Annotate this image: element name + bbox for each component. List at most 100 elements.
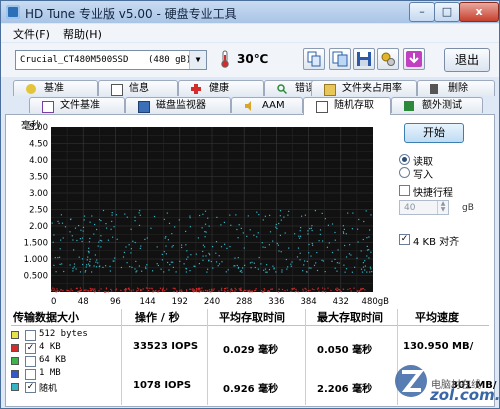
data-point (239, 288, 241, 290)
header-avg-access: 平均存取时间 (219, 311, 285, 324)
exit-button[interactable]: 退出 (444, 48, 490, 72)
data-point (307, 230, 309, 232)
tab-label: 删除 (448, 83, 468, 94)
tab-info[interactable]: 信息 (98, 80, 178, 96)
data-point (343, 228, 345, 230)
chevron-down-icon[interactable]: ▼ (189, 51, 206, 69)
write-radio[interactable] (399, 167, 410, 178)
maximize-button[interactable]: □ (434, 2, 460, 22)
start-button[interactable]: 开始 (404, 123, 464, 143)
data-point (79, 271, 82, 273)
data-point (337, 290, 339, 292)
copy-text-icon (307, 51, 321, 67)
data-point (147, 287, 149, 289)
tab-aam[interactable]: AAM (231, 97, 303, 113)
data-point (158, 290, 160, 292)
spinner-arrows-icon[interactable]: ▲ ▼ (437, 201, 448, 214)
tab-random-access[interactable]: 随机存取 (303, 97, 391, 115)
data-point (161, 259, 163, 261)
data-point (100, 220, 102, 222)
data-point (139, 247, 141, 249)
data-point (304, 260, 306, 262)
download-icon (406, 51, 422, 67)
data-point (126, 216, 128, 218)
data-point (71, 235, 73, 237)
data-point (318, 240, 320, 242)
options-icon (381, 52, 395, 66)
data-point (257, 268, 259, 270)
data-point (279, 234, 281, 236)
data-point (154, 290, 156, 292)
quick-stroke-checkbox[interactable] (399, 185, 410, 196)
data-point (98, 219, 101, 221)
data-point (107, 239, 109, 241)
data-point (152, 270, 154, 272)
tab-file-benchmark[interactable]: 文件基准 (29, 97, 125, 113)
data-point (69, 218, 72, 221)
stroke-size-spinner[interactable]: 40 ▲ ▼ (399, 200, 449, 215)
data-point (170, 261, 172, 263)
data-point (89, 221, 91, 223)
copy-text-button[interactable] (303, 48, 325, 70)
row-checkbox[interactable]: ✓ (25, 382, 36, 393)
tab-folder-usage[interactable]: 文件夹占用率 (311, 80, 417, 96)
menu-help[interactable]: 帮助(H) (63, 26, 102, 42)
tab-benchmark[interactable]: 基准 (13, 80, 98, 96)
row-checkbox[interactable] (25, 330, 36, 341)
row-checkbox[interactable]: ✓ (25, 343, 36, 354)
data-point (230, 288, 233, 290)
tab-erase[interactable]: 删除 (417, 80, 495, 96)
data-point (161, 253, 163, 255)
data-point (362, 287, 364, 290)
minimize-button[interactable]: – (409, 2, 435, 22)
series-swatch (11, 383, 19, 391)
data-point (139, 209, 141, 212)
data-point (322, 287, 324, 289)
data-point (84, 289, 86, 291)
data-point (217, 265, 219, 267)
align-4kb-checkbox[interactable]: ✓ (399, 234, 410, 245)
drive-select[interactable]: Crucial_CT480M500SSD (480 gB) ▼ (15, 50, 207, 70)
save-button[interactable] (353, 48, 375, 70)
data-point (138, 212, 140, 214)
data-point (212, 246, 214, 248)
data-point (368, 249, 370, 251)
data-point (251, 261, 253, 263)
data-point (205, 231, 207, 233)
data-point (236, 228, 238, 231)
data-point (344, 244, 346, 247)
data-point (208, 252, 210, 254)
data-point (261, 291, 263, 293)
data-point (156, 263, 158, 265)
row-checkbox[interactable] (25, 356, 36, 367)
data-point (349, 244, 351, 246)
data-point (75, 287, 77, 290)
row-checkbox[interactable] (25, 369, 36, 380)
data-point (362, 238, 364, 241)
data-point (215, 241, 218, 243)
row-max-access: 2.206 毫秒 (317, 384, 373, 395)
close-button[interactable]: x (459, 2, 499, 22)
data-point (196, 291, 198, 293)
tab-extra-tests[interactable]: 额外测试 (391, 97, 483, 113)
copy-screenshot-button[interactable] (329, 48, 351, 70)
data-point (172, 266, 174, 268)
data-point (89, 260, 91, 263)
data-point (301, 215, 303, 217)
data-point (313, 289, 315, 291)
header-avg-speed: 平均速度 (415, 311, 459, 324)
options-button[interactable] (377, 48, 399, 70)
data-point (366, 237, 368, 239)
data-point (157, 291, 159, 293)
tab-disk-monitor[interactable]: 磁盘监视器 (125, 97, 231, 113)
read-radio[interactable] (399, 154, 410, 165)
data-point (120, 266, 122, 269)
download-button[interactable] (403, 48, 425, 70)
data-point (255, 289, 257, 291)
menu-file[interactable]: 文件(F) (13, 26, 50, 42)
data-point (69, 264, 71, 266)
data-point (230, 224, 232, 226)
data-point (181, 290, 183, 292)
data-point (249, 289, 251, 291)
tab-health[interactable]: 健康 (178, 80, 264, 96)
